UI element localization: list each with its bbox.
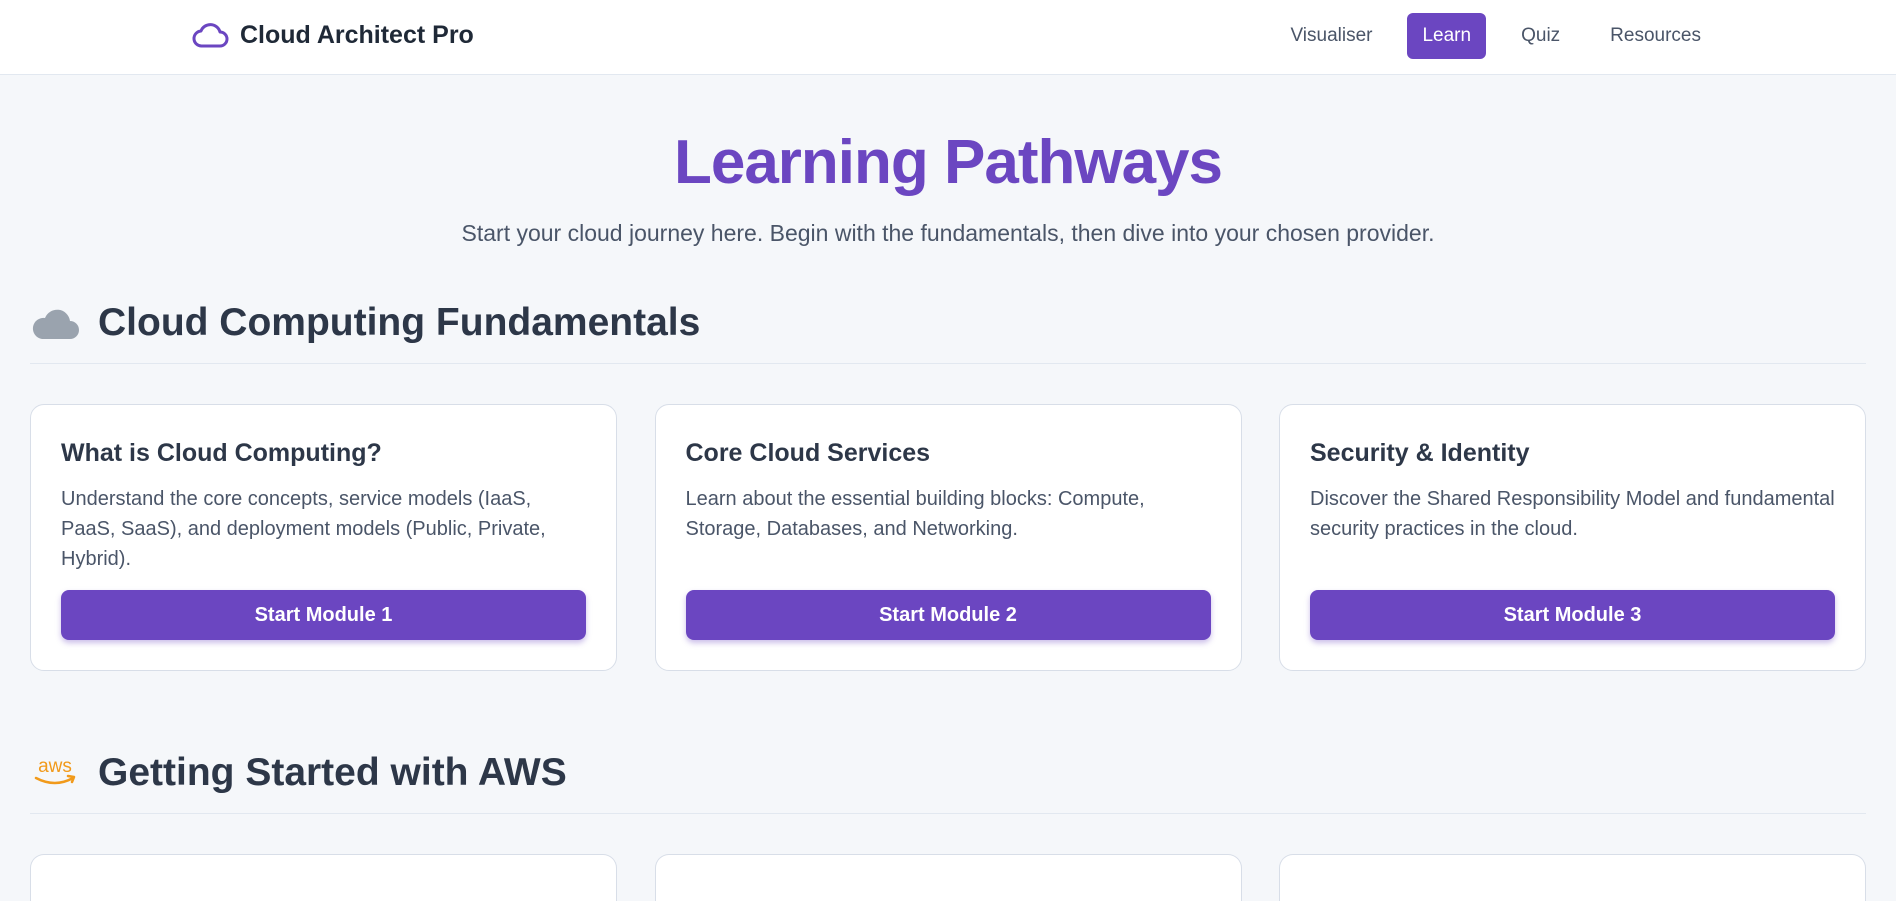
start-module-2-button[interactable]: Start Module 2	[685, 590, 1211, 640]
module-card: Core Cloud Services Learn about the esse…	[654, 404, 1242, 671]
nav-resources[interactable]: Resources	[1595, 13, 1716, 59]
section-header: aws Getting Started with AWS	[30, 751, 1866, 814]
main-nav: Visualiser Learn Quiz Resources	[1255, 13, 1716, 59]
cloud-logo-icon	[192, 23, 229, 48]
card-description: Understand the core concepts, service mo…	[61, 488, 546, 570]
module-card: Security & Identity Discover the Shared …	[1279, 404, 1866, 671]
nav-quiz[interactable]: Quiz	[1506, 13, 1575, 59]
top-navbar: Cloud Architect Pro Visualiser Learn Qui…	[0, 0, 1896, 75]
card-description: Discover the Shared Responsibility Model…	[1310, 488, 1835, 540]
section-aws: aws Getting Started with AWS	[30, 751, 1866, 901]
page-subtitle: Start your cloud journey here. Begin wit…	[461, 220, 1435, 246]
card-title: What is Cloud Computing?	[61, 439, 382, 467]
module-cards	[30, 854, 1866, 901]
section-fundamentals: Cloud Computing Fundamentals What is Clo…	[30, 301, 1866, 671]
module-card	[654, 854, 1242, 901]
card-description: Learn about the essential building block…	[685, 488, 1145, 540]
page-title: Learning Pathways	[673, 128, 1223, 197]
start-module-1-button[interactable]: Start Module 1	[61, 590, 586, 640]
cloud-icon	[30, 303, 80, 343]
section-title: Getting Started with AWS	[98, 751, 567, 794]
module-card	[30, 854, 617, 901]
card-title: Security & Identity	[1310, 439, 1530, 467]
module-card	[1279, 854, 1866, 901]
nav-visualiser[interactable]: Visualiser	[1275, 13, 1387, 59]
section-title: Cloud Computing Fundamentals	[98, 301, 701, 344]
module-cards: What is Cloud Computing? Understand the …	[30, 404, 1866, 671]
nav-learn[interactable]: Learn	[1407, 13, 1487, 59]
section-header: Cloud Computing Fundamentals	[30, 301, 1866, 364]
start-module-3-button[interactable]: Start Module 3	[1310, 590, 1835, 640]
brand-name: Cloud Architect Pro	[240, 20, 474, 49]
aws-logo-icon: aws	[30, 753, 80, 793]
svg-text:aws: aws	[38, 756, 72, 777]
card-title: Core Cloud Services	[685, 439, 931, 467]
module-card: What is Cloud Computing? Understand the …	[30, 404, 617, 671]
hero: Learning Pathways Start your cloud journ…	[0, 75, 1896, 247]
brand[interactable]: Cloud Architect Pro	[192, 18, 474, 52]
